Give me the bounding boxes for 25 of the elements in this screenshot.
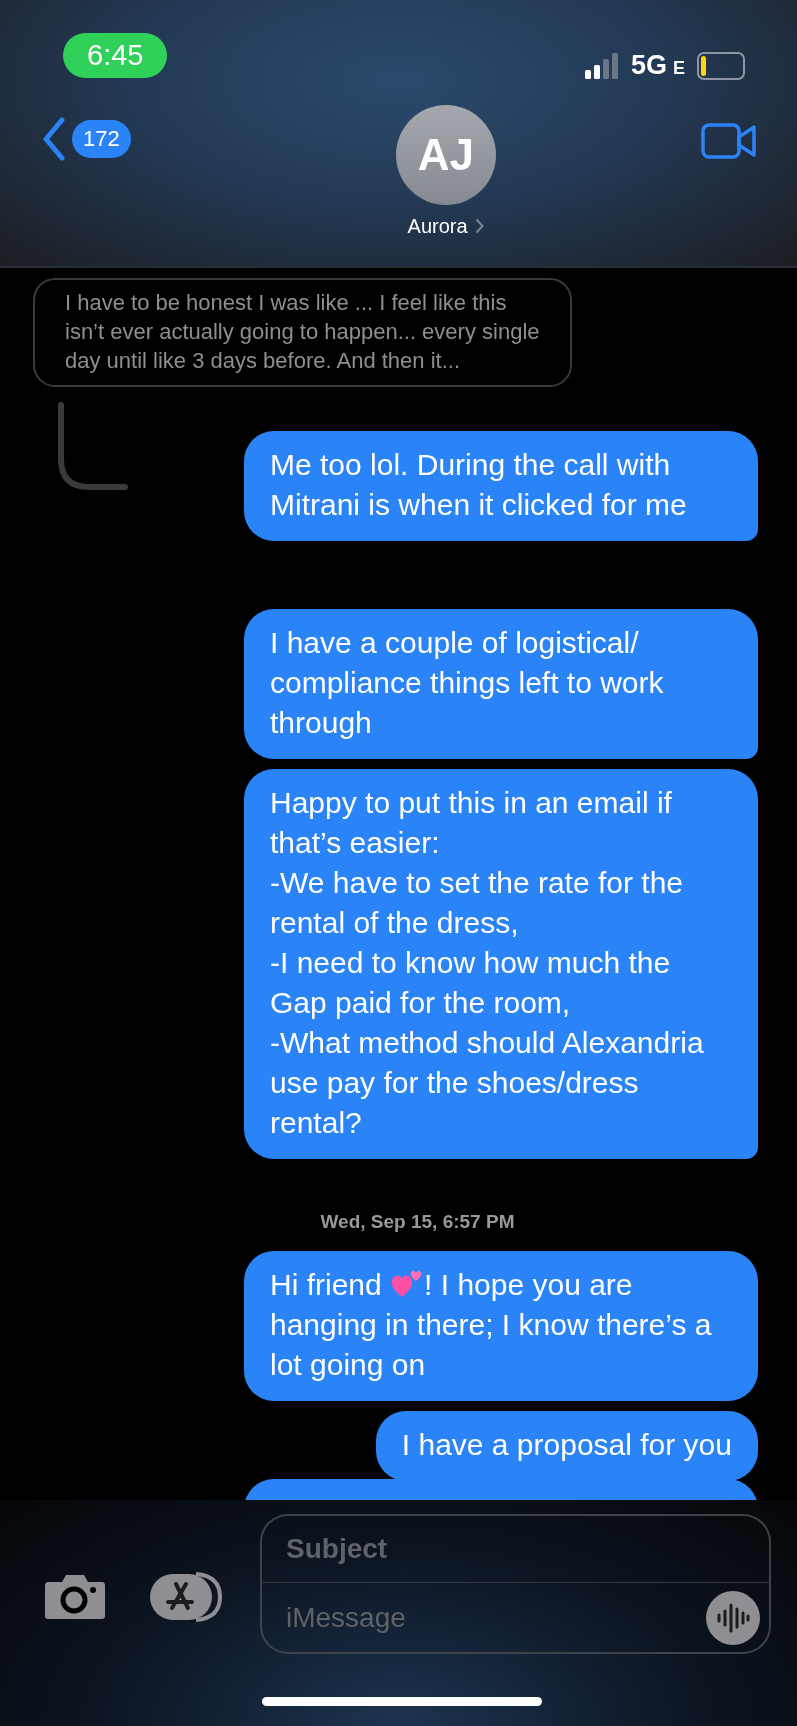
app-store-icon[interactable] (148, 1572, 224, 1622)
message-bubble[interactable]: Happy to put this in an email if that’s easier: -We have to set the rate for the rental of the dress, -I need to know how much the Gap paid for the room, -What method should Alexandria use pay for the shoes/dress rental? (244, 769, 758, 1159)
status-time: 6:45 (63, 33, 168, 78)
message-bubble[interactable]: I have a couple of logistical/ compliance things left to work through (244, 609, 758, 759)
timestamp: Wed, Sep 15, 6:57 PM (320, 1211, 515, 1233)
message-bubble[interactable]: I have a proposal for you (375, 1411, 758, 1481)
contact-name-link[interactable]: Aurora (407, 215, 485, 238)
subject-input[interactable]: Subject (262, 1516, 661, 1582)
camera-icon[interactable] (44, 1572, 106, 1620)
back-button[interactable]: 172 (42, 105, 131, 161)
contact-avatar[interactable]: AJ (395, 105, 496, 205)
message-bubble[interactable]: Me too lol. During the call with Mitrani is when it clicked for me (244, 431, 758, 541)
quoted-message-bubble[interactable]: I have to be honest I was like ... I feel like this isn’t ever actually going to happen... every single day until like 3 days before. And then it... (33, 278, 572, 387)
chevron-icon (475, 218, 485, 234)
subject-field[interactable]: Subject (260, 1514, 771, 1583)
video-camera-icon[interactable] (701, 121, 757, 161)
audio-waveform-icon[interactable] (705, 1589, 761, 1646)
battery-icon (697, 51, 745, 80)
message-input[interactable]: iMessage (262, 1583, 705, 1652)
message-bubble[interactable]: Hi friend ! I hope you are hanging in there; I know there’s a lot going on (244, 1251, 758, 1401)
back-chevron-icon[interactable] (42, 117, 66, 161)
network-suffix: E (673, 58, 685, 79)
network-label: 5G (630, 50, 667, 81)
message-field[interactable]: iMessage (260, 1583, 771, 1654)
signal-icon (584, 52, 621, 79)
